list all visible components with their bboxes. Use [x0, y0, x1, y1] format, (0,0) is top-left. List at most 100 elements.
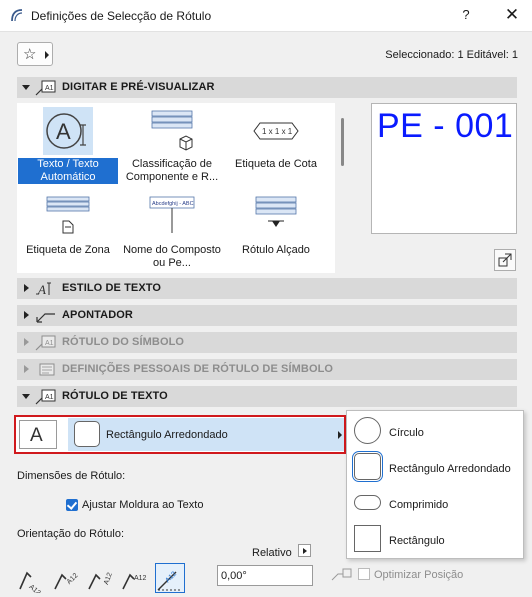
expand-arrow-icon — [24, 365, 29, 373]
frame-shape-value: Rectângulo Arredondado — [106, 429, 228, 441]
section-label: RÓTULO DO SÍMBOLO — [62, 336, 185, 348]
dimension-tag-icon: 1 x 1 x 1 — [253, 122, 299, 140]
svg-text:A1: A1 — [45, 394, 54, 401]
fit-frame-checkbox[interactable] — [66, 499, 78, 511]
frame-shape-menu: Círculo Rectângulo Arredondado Comprimid… — [346, 410, 524, 559]
orientation-vertical-button[interactable]: A12 — [86, 563, 116, 593]
svg-text:A: A — [56, 119, 71, 144]
title-bar: Definições de Selecção de Rótulo ? ✕ — [0, 0, 532, 32]
orientation-diagonal-button[interactable]: A12 — [52, 563, 82, 593]
close-button[interactable]: ✕ — [504, 5, 520, 25]
svg-text:A1: A1 — [45, 340, 54, 347]
label-type-auto-text[interactable]: A Texto / Texto Automático — [18, 107, 118, 184]
text-style-glyph: A — [30, 425, 43, 446]
selection-info: Seleccionado: 1 Editável: 1 — [385, 49, 518, 61]
chevron-right-icon — [338, 431, 342, 439]
label-type-zone-tag[interactable]: Etiqueta de Zona — [18, 193, 118, 257]
dimension-sample-text: 1 x 1 x 1 — [262, 127, 293, 136]
label-type-label: Etiqueta de Cota — [235, 158, 317, 170]
label-type-label: Rótulo Alçado — [242, 244, 310, 256]
shape-option-label: Círculo — [389, 427, 424, 439]
rounded-rect-icon — [352, 451, 383, 482]
label-type-composite-name[interactable]: Abcdefghij - ABC Nome do Composto ou Pe.… — [122, 193, 222, 270]
auto-text-icon: A — [43, 107, 93, 155]
orientation-label: Orientação do Rótulo: — [17, 528, 125, 540]
section-apontador-header[interactable]: APONTADOR — [17, 305, 517, 326]
section-rotulo-simbolo-header[interactable]: A1 RÓTULO DO SÍMBOLO — [17, 332, 517, 353]
fit-frame-label[interactable]: Ajustar Moldura ao Texto — [82, 499, 203, 511]
label-type-label: Texto / Texto Automático — [18, 158, 118, 184]
relative-dropdown-button[interactable] — [298, 544, 311, 557]
angle-input[interactable]: 0,00° — [217, 565, 313, 586]
rounded-rect-icon — [74, 421, 100, 447]
text-style-icon: A — [36, 282, 51, 297]
orientation-custom-icon: A12 — [157, 571, 182, 591]
label-preview-icon: A1 — [35, 80, 56, 96]
orientation-sample: A12 — [27, 584, 41, 593]
component-classification-icon — [151, 110, 193, 151]
collapse-arrow-icon — [22, 85, 30, 90]
window-title: Definições de Selecção de Rótulo — [31, 9, 212, 23]
shape-option-rect[interactable]: Rectângulo — [347, 523, 523, 559]
frame-shape-row: A Rectângulo Arredondado — [14, 415, 346, 454]
svg-text:A: A — [37, 282, 46, 297]
shape-option-label: Rectângulo Arredondado — [389, 463, 511, 475]
optimize-position-checkbox[interactable] — [358, 568, 370, 580]
shape-option-pill[interactable]: Comprimido — [347, 487, 523, 523]
label-type-elevation-label[interactable]: Rótulo Alçado — [226, 193, 326, 257]
symbol-label-icon: A1 — [35, 335, 56, 351]
favorites-button[interactable]: ☆ — [17, 42, 53, 66]
label-type-label: Etiqueta de Zona — [26, 244, 110, 256]
shape-option-rounded-rect[interactable]: Rectângulo Arredondado — [347, 451, 523, 487]
chevron-right-icon — [45, 51, 49, 59]
section-label: DIGITAR E PRÉ-VISUALIZAR — [62, 81, 215, 93]
dimensions-label: Dimensões de Rótulo: — [17, 470, 126, 482]
orientation-diagonal-icon: A12 — [54, 572, 80, 590]
frame-shape-dropdown[interactable]: Rectângulo Arredondado — [68, 418, 344, 451]
section-label: APONTADOR — [62, 309, 133, 321]
orientation-horizontal-icon: A12 — [19, 571, 42, 597]
expand-arrow-icon — [24, 338, 29, 346]
text-style-button[interactable]: A — [19, 420, 57, 449]
custom-settings-icon — [39, 363, 55, 376]
label-type-component-classification[interactable]: Classificação de Componente e R... — [122, 107, 222, 184]
shape-option-label: Comprimido — [389, 499, 449, 511]
shape-option-label: Rectângulo — [389, 535, 445, 547]
composite-sample-text: Abcdefghij - ABC — [152, 201, 194, 207]
orientation-reading-button[interactable]: A12 — [120, 563, 150, 593]
optimize-position-label[interactable]: Optimizar Posição — [374, 569, 463, 581]
orientation-vertical-icon: A12 — [88, 572, 114, 590]
orientation-reading-icon: A12 — [122, 573, 147, 590]
collapse-arrow-icon — [22, 394, 30, 399]
elevation-label-icon — [255, 196, 297, 227]
section-rotulo-texto-header[interactable]: A1 RÓTULO DE TEXTO — [17, 386, 517, 407]
expand-arrow-icon — [24, 284, 29, 292]
shape-option-circle[interactable]: Círculo — [347, 415, 523, 451]
orientation-horizontal-button[interactable]: A12 — [17, 563, 47, 597]
label-type-label: Nome do Composto ou Pe... — [123, 244, 221, 269]
label-type-dimension-tag[interactable]: 1 x 1 x 1 Etiqueta de Cota — [226, 107, 326, 171]
svg-text:A1: A1 — [45, 85, 54, 92]
relative-label: Relativo — [252, 547, 292, 559]
section-digitar-header[interactable]: A1 DIGITAR E PRÉ-VISUALIZAR — [17, 77, 517, 98]
optimize-position-icon — [331, 568, 352, 581]
preview-text: PE - 001 — [377, 107, 514, 145]
preview-options-button[interactable] — [494, 249, 516, 271]
orientation-sample: A12 — [103, 572, 114, 586]
pill-icon — [354, 495, 381, 510]
label-type-label: Classificação de Componente e R... — [125, 158, 219, 183]
section-label: RÓTULO DE TEXTO — [62, 390, 168, 402]
orientation-sample: A12 — [66, 572, 80, 586]
orientation-sample: A12 — [134, 575, 147, 582]
section-estilo-header[interactable]: A ESTILO DE TEXTO — [17, 278, 517, 299]
text-label-icon: A1 — [35, 389, 56, 405]
help-button[interactable]: ? — [460, 7, 472, 22]
orientation-custom-button[interactable]: A12 — [155, 563, 185, 593]
section-definicoes-pessoais-header[interactable]: DEFINIÇÕES PESSOAIS DE RÓTULO DE SÍMBOLO — [17, 359, 517, 380]
section-label: ESTILO DE TEXTO — [62, 282, 162, 294]
star-icon: ☆ — [23, 46, 37, 63]
list-scrollbar[interactable] — [341, 118, 344, 166]
label-preview: PE - 001 — [371, 103, 517, 234]
circle-icon — [354, 417, 381, 444]
rect-icon — [354, 525, 381, 552]
